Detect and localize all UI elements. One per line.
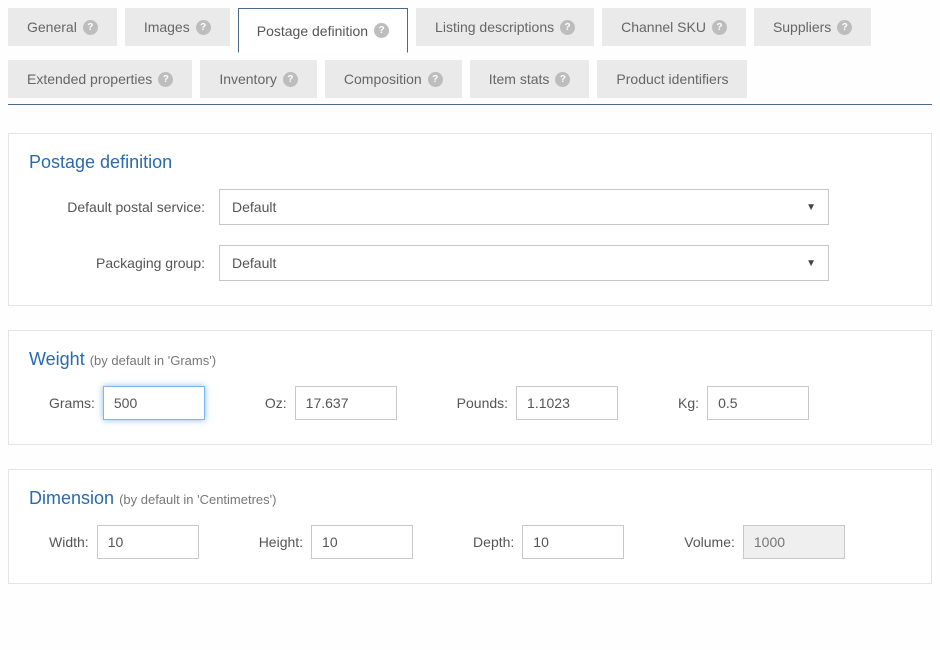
help-icon[interactable]: ? [560,20,575,35]
dimension-hint: (by default in 'Centimetres') [119,492,276,507]
dimension-panel: Dimension (by default in 'Centimetres') … [8,469,932,584]
help-icon[interactable]: ? [158,72,173,87]
help-icon[interactable]: ? [837,20,852,35]
help-icon[interactable]: ? [428,72,443,87]
tab-postage-definition[interactable]: Postage definition? [238,8,408,53]
weight-panel: Weight (by default in 'Grams') Grams: Oz… [8,330,932,445]
grams-label: Grams: [49,395,95,411]
help-icon[interactable]: ? [374,23,389,38]
tab-suppliers[interactable]: Suppliers? [754,8,871,46]
kg-input[interactable] [707,386,809,420]
height-input[interactable] [311,525,413,559]
grams-input[interactable] [103,386,205,420]
help-icon[interactable]: ? [196,20,211,35]
width-input[interactable] [97,525,199,559]
tab-general[interactable]: General? [8,8,117,46]
depth-input[interactable] [522,525,624,559]
height-label: Height: [259,534,303,550]
tab-item-stats[interactable]: Item stats? [470,60,590,98]
help-icon[interactable]: ? [83,20,98,35]
width-label: Width: [49,534,89,550]
pounds-input[interactable] [516,386,618,420]
weight-hint: (by default in 'Grams') [90,353,216,368]
kg-label: Kg: [678,395,699,411]
oz-label: Oz: [265,395,287,411]
help-icon[interactable]: ? [712,20,727,35]
tab-inventory[interactable]: Inventory? [200,60,317,98]
oz-input[interactable] [295,386,397,420]
panel-title-postage: Postage definition [29,152,911,173]
chevron-down-icon: ▼ [806,202,816,213]
packaging-group-label: Packaging group: [29,255,219,271]
tab-channel-sku[interactable]: Channel SKU? [602,8,746,46]
postal-service-select[interactable]: Default ▼ [219,189,829,225]
tab-product-identifiers[interactable]: Product identifiers [597,60,747,98]
tab-bar: General? Images? Postage definition? Lis… [8,8,932,105]
volume-label: Volume: [684,534,735,550]
panel-title-dimension: Dimension (by default in 'Centimetres') [29,488,911,509]
volume-input [743,525,845,559]
postal-service-value: Default [232,199,276,215]
tab-images[interactable]: Images? [125,8,230,46]
packaging-group-select[interactable]: Default ▼ [219,245,829,281]
packaging-group-value: Default [232,255,276,271]
tab-listing-descriptions[interactable]: Listing descriptions? [416,8,594,46]
help-icon[interactable]: ? [555,72,570,87]
help-icon[interactable]: ? [283,72,298,87]
tab-extended-properties[interactable]: Extended properties? [8,60,192,98]
chevron-down-icon: ▼ [806,258,816,269]
panel-title-weight: Weight (by default in 'Grams') [29,349,911,370]
postal-service-label: Default postal service: [29,199,219,215]
tab-composition[interactable]: Composition? [325,60,462,98]
depth-label: Depth: [473,534,514,550]
postage-definition-panel: Postage definition Default postal servic… [8,133,932,306]
pounds-label: Pounds: [457,395,508,411]
